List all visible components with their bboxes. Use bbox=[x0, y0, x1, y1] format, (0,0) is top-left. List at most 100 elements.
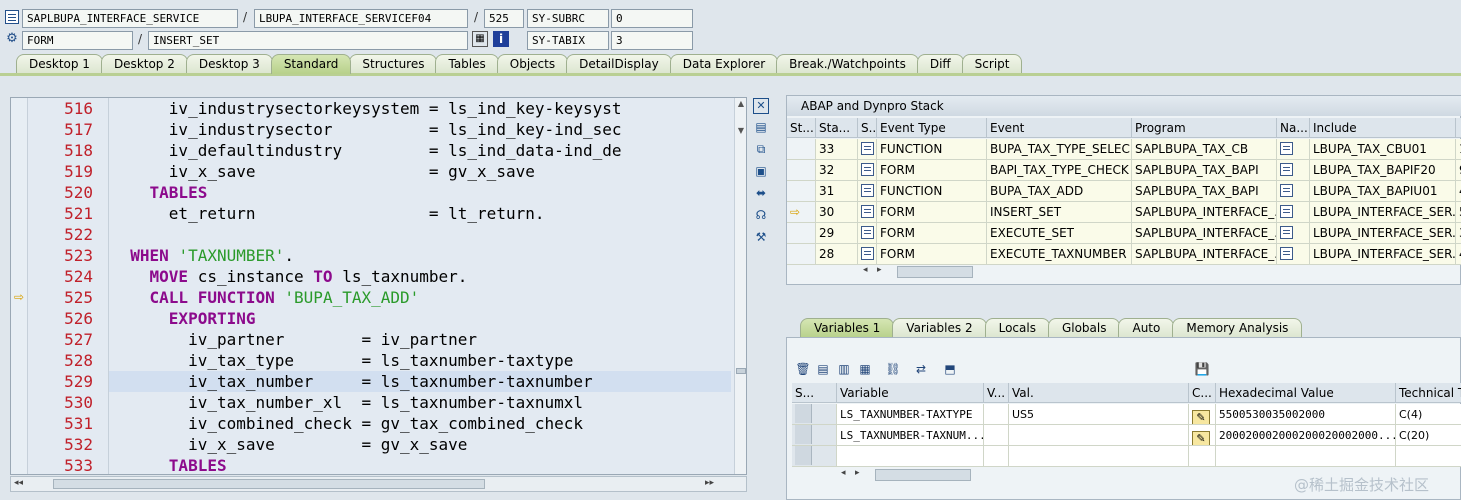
code-line[interactable]: iv_tax_number = ls_taxnumber-taxnumber bbox=[111, 371, 593, 392]
stack-cell-include[interactable]: LBUPA_INTERFACE_SER... bbox=[1310, 244, 1456, 265]
stack-row-marker[interactable]: ⇨ bbox=[787, 202, 816, 223]
scroll-up-icon[interactable]: ▲ bbox=[735, 98, 746, 110]
event-type-icon[interactable] bbox=[858, 223, 877, 244]
variables-column-header[interactable]: Hexadecimal Value bbox=[1216, 383, 1396, 403]
transfer-icon[interactable]: ⇄ bbox=[913, 361, 929, 377]
delete-icon[interactable]: 🗑 bbox=[795, 361, 811, 377]
variable-flag-cell[interactable] bbox=[984, 404, 1009, 425]
stack-cell-level[interactable]: 30 bbox=[816, 202, 858, 223]
stack-cell-event[interactable]: BUPA_TAX_ADD bbox=[987, 181, 1132, 202]
editor-vertical-scrollbar[interactable]: ▲ ▼ bbox=[734, 98, 746, 474]
code-line[interactable]: EXPORTING bbox=[111, 308, 256, 329]
row-selector[interactable] bbox=[792, 446, 837, 467]
stack-cell-more[interactable]: 3 bbox=[1456, 223, 1461, 244]
scroll-down-icon[interactable]: ▼ bbox=[735, 125, 746, 137]
tab-standard[interactable]: Standard bbox=[270, 54, 352, 74]
scroll-left-icon[interactable]: ◂ bbox=[863, 265, 868, 275]
variables-cell-value[interactable] bbox=[1009, 425, 1189, 446]
pencil-icon[interactable]: ✎ bbox=[1192, 410, 1210, 424]
scroll-right-icon[interactable]: ▸▸ bbox=[705, 478, 714, 488]
services-icon[interactable]: ☊ bbox=[753, 207, 769, 223]
navigate-icon[interactable] bbox=[1277, 244, 1310, 265]
insert-row-icon[interactable]: ▤ bbox=[815, 361, 831, 377]
stack-cell-level[interactable]: 33 bbox=[816, 139, 858, 160]
variables-horizontal-scrollbar[interactable]: ◂ ▸ bbox=[841, 468, 991, 483]
sysvar1-value[interactable]: 0 bbox=[611, 9, 693, 28]
tab-script[interactable]: Script bbox=[961, 54, 1023, 74]
event-name-field[interactable]: INSERT_SET bbox=[148, 31, 468, 50]
navigate-icon[interactable] bbox=[1277, 202, 1310, 223]
variables-column-header[interactable]: V... bbox=[984, 383, 1009, 403]
navigate-icon[interactable] bbox=[1277, 181, 1310, 202]
tab-data-explorer[interactable]: Data Explorer bbox=[669, 54, 779, 74]
code-line[interactable]: iv_x_save = gv_x_save bbox=[111, 434, 467, 455]
stack-row-marker[interactable] bbox=[787, 223, 816, 244]
empty-cell[interactable] bbox=[984, 446, 1009, 467]
save-icon[interactable]: 💾 bbox=[1194, 361, 1210, 377]
stack-cell-include[interactable]: LBUPA_TAX_BAPIU01 bbox=[1310, 181, 1456, 202]
row-selector[interactable] bbox=[792, 404, 837, 425]
scroll-right-icon[interactable]: ▸ bbox=[855, 468, 860, 478]
stack-cell-include[interactable]: LBUPA_INTERFACE_SER... bbox=[1310, 223, 1456, 244]
variables-column-header[interactable]: S... bbox=[792, 383, 837, 403]
stack-cell-more[interactable]: 5 bbox=[1456, 202, 1461, 223]
stack-column-header[interactable]: Program bbox=[1132, 118, 1277, 138]
stack-row-marker[interactable] bbox=[787, 160, 816, 181]
event-type-icon[interactable] bbox=[858, 244, 877, 265]
code-area[interactable]: iv_industrysectorkeysystem = ls_ind_key-… bbox=[111, 98, 731, 474]
var-tab-variables-1[interactable]: Variables 1 bbox=[800, 318, 895, 338]
stack-cell-event[interactable]: INSERT_SET bbox=[987, 202, 1132, 223]
event-type-field[interactable]: FORM bbox=[22, 31, 133, 50]
stack-column-header[interactable]: Event bbox=[987, 118, 1132, 138]
stack-cell-event[interactable]: BUPA_TAX_TYPE_SELEC... bbox=[987, 139, 1132, 160]
close-editor-icon[interactable]: ✕ bbox=[753, 98, 769, 114]
stack-cell-program[interactable]: SAPLBUPA_INTERFACE_... bbox=[1132, 244, 1277, 265]
sysvar2-value[interactable]: 3 bbox=[611, 31, 693, 50]
stack-cell-event[interactable]: EXECUTE_TAXNUMBER bbox=[987, 244, 1132, 265]
swap-tool-icon[interactable]: ⧉ bbox=[753, 141, 769, 157]
stack-cell-level[interactable]: 32 bbox=[816, 160, 858, 181]
stack-cell-type[interactable]: FUNCTION bbox=[877, 139, 987, 160]
change-value-cell[interactable]: ✎ bbox=[1189, 404, 1216, 425]
stack-cell-type[interactable]: FUNCTION bbox=[877, 181, 987, 202]
stack-cell-program[interactable]: SAPLBUPA_INTERFACE_... bbox=[1132, 223, 1277, 244]
tab-desktop-2[interactable]: Desktop 2 bbox=[100, 54, 188, 74]
stack-cell-type[interactable]: FORM bbox=[877, 202, 987, 223]
var-tab-memory-analysis[interactable]: Memory Analysis bbox=[1172, 318, 1303, 338]
stack-column-header[interactable]: S... bbox=[858, 118, 877, 138]
code-line[interactable]: iv_defaultindustry = ls_ind_data-ind_de bbox=[111, 140, 622, 161]
variables-column-header[interactable]: Val. bbox=[1009, 383, 1189, 403]
tab-structures[interactable]: Structures bbox=[349, 54, 438, 74]
tab-desktop-1[interactable]: Desktop 1 bbox=[16, 54, 103, 74]
stack-cell-program[interactable]: SAPLBUPA_TAX_BAPI bbox=[1132, 181, 1277, 202]
code-line[interactable]: iv_combined_check = gv_tax_combined_chec… bbox=[111, 413, 583, 434]
info-icon[interactable]: i bbox=[493, 31, 509, 47]
code-line[interactable]: CALL FUNCTION 'BUPA_TAX_ADD' bbox=[111, 287, 420, 308]
stack-cell-program[interactable]: SAPLBUPA_TAX_BAPI bbox=[1132, 160, 1277, 181]
code-line[interactable]: iv_industrysector = ls_ind_key-ind_sec bbox=[111, 119, 622, 140]
change-value-cell[interactable]: ✎ bbox=[1189, 425, 1216, 446]
code-line[interactable]: iv_partner = iv_partner bbox=[111, 329, 477, 350]
stack-cell-type[interactable]: FORM bbox=[877, 160, 987, 181]
display-object-icon[interactable]: ▦ bbox=[472, 31, 488, 47]
code-line[interactable]: iv_industrysectorkeysystem = ls_ind_key-… bbox=[111, 98, 622, 119]
var-tab-globals[interactable]: Globals bbox=[1047, 318, 1121, 338]
stack-column-header[interactable]: Event Type bbox=[877, 118, 987, 138]
event-type-icon[interactable] bbox=[858, 160, 877, 181]
tab-break-watchpoints[interactable]: Break./Watchpoints bbox=[776, 54, 919, 74]
empty-cell[interactable] bbox=[1216, 446, 1396, 467]
var-tab-locals[interactable]: Locals bbox=[984, 318, 1050, 338]
sysvar1-name[interactable]: SY-SUBRC bbox=[527, 9, 609, 28]
tab-desktop-3[interactable]: Desktop 3 bbox=[185, 54, 273, 74]
variable-flag-cell[interactable] bbox=[984, 425, 1009, 446]
stack-column-header[interactable]: Na... bbox=[1277, 118, 1310, 138]
stack-cell-event[interactable]: EXECUTE_SET bbox=[987, 223, 1132, 244]
navigate-icon[interactable] bbox=[1277, 160, 1310, 181]
source-editor[interactable]: 516 517 518 519 520 521 522 523 524 525 526 527 528 5… bbox=[10, 97, 747, 475]
code-line[interactable]: et_return = lt_return. bbox=[111, 203, 545, 224]
row-selector[interactable] bbox=[792, 425, 837, 446]
stack-cell-more[interactable]: 1 bbox=[1456, 139, 1461, 160]
stack-cell-type[interactable]: FORM bbox=[877, 223, 987, 244]
stack-cell-type[interactable]: FORM bbox=[877, 244, 987, 265]
stack-column-header[interactable]: St... bbox=[787, 118, 816, 138]
